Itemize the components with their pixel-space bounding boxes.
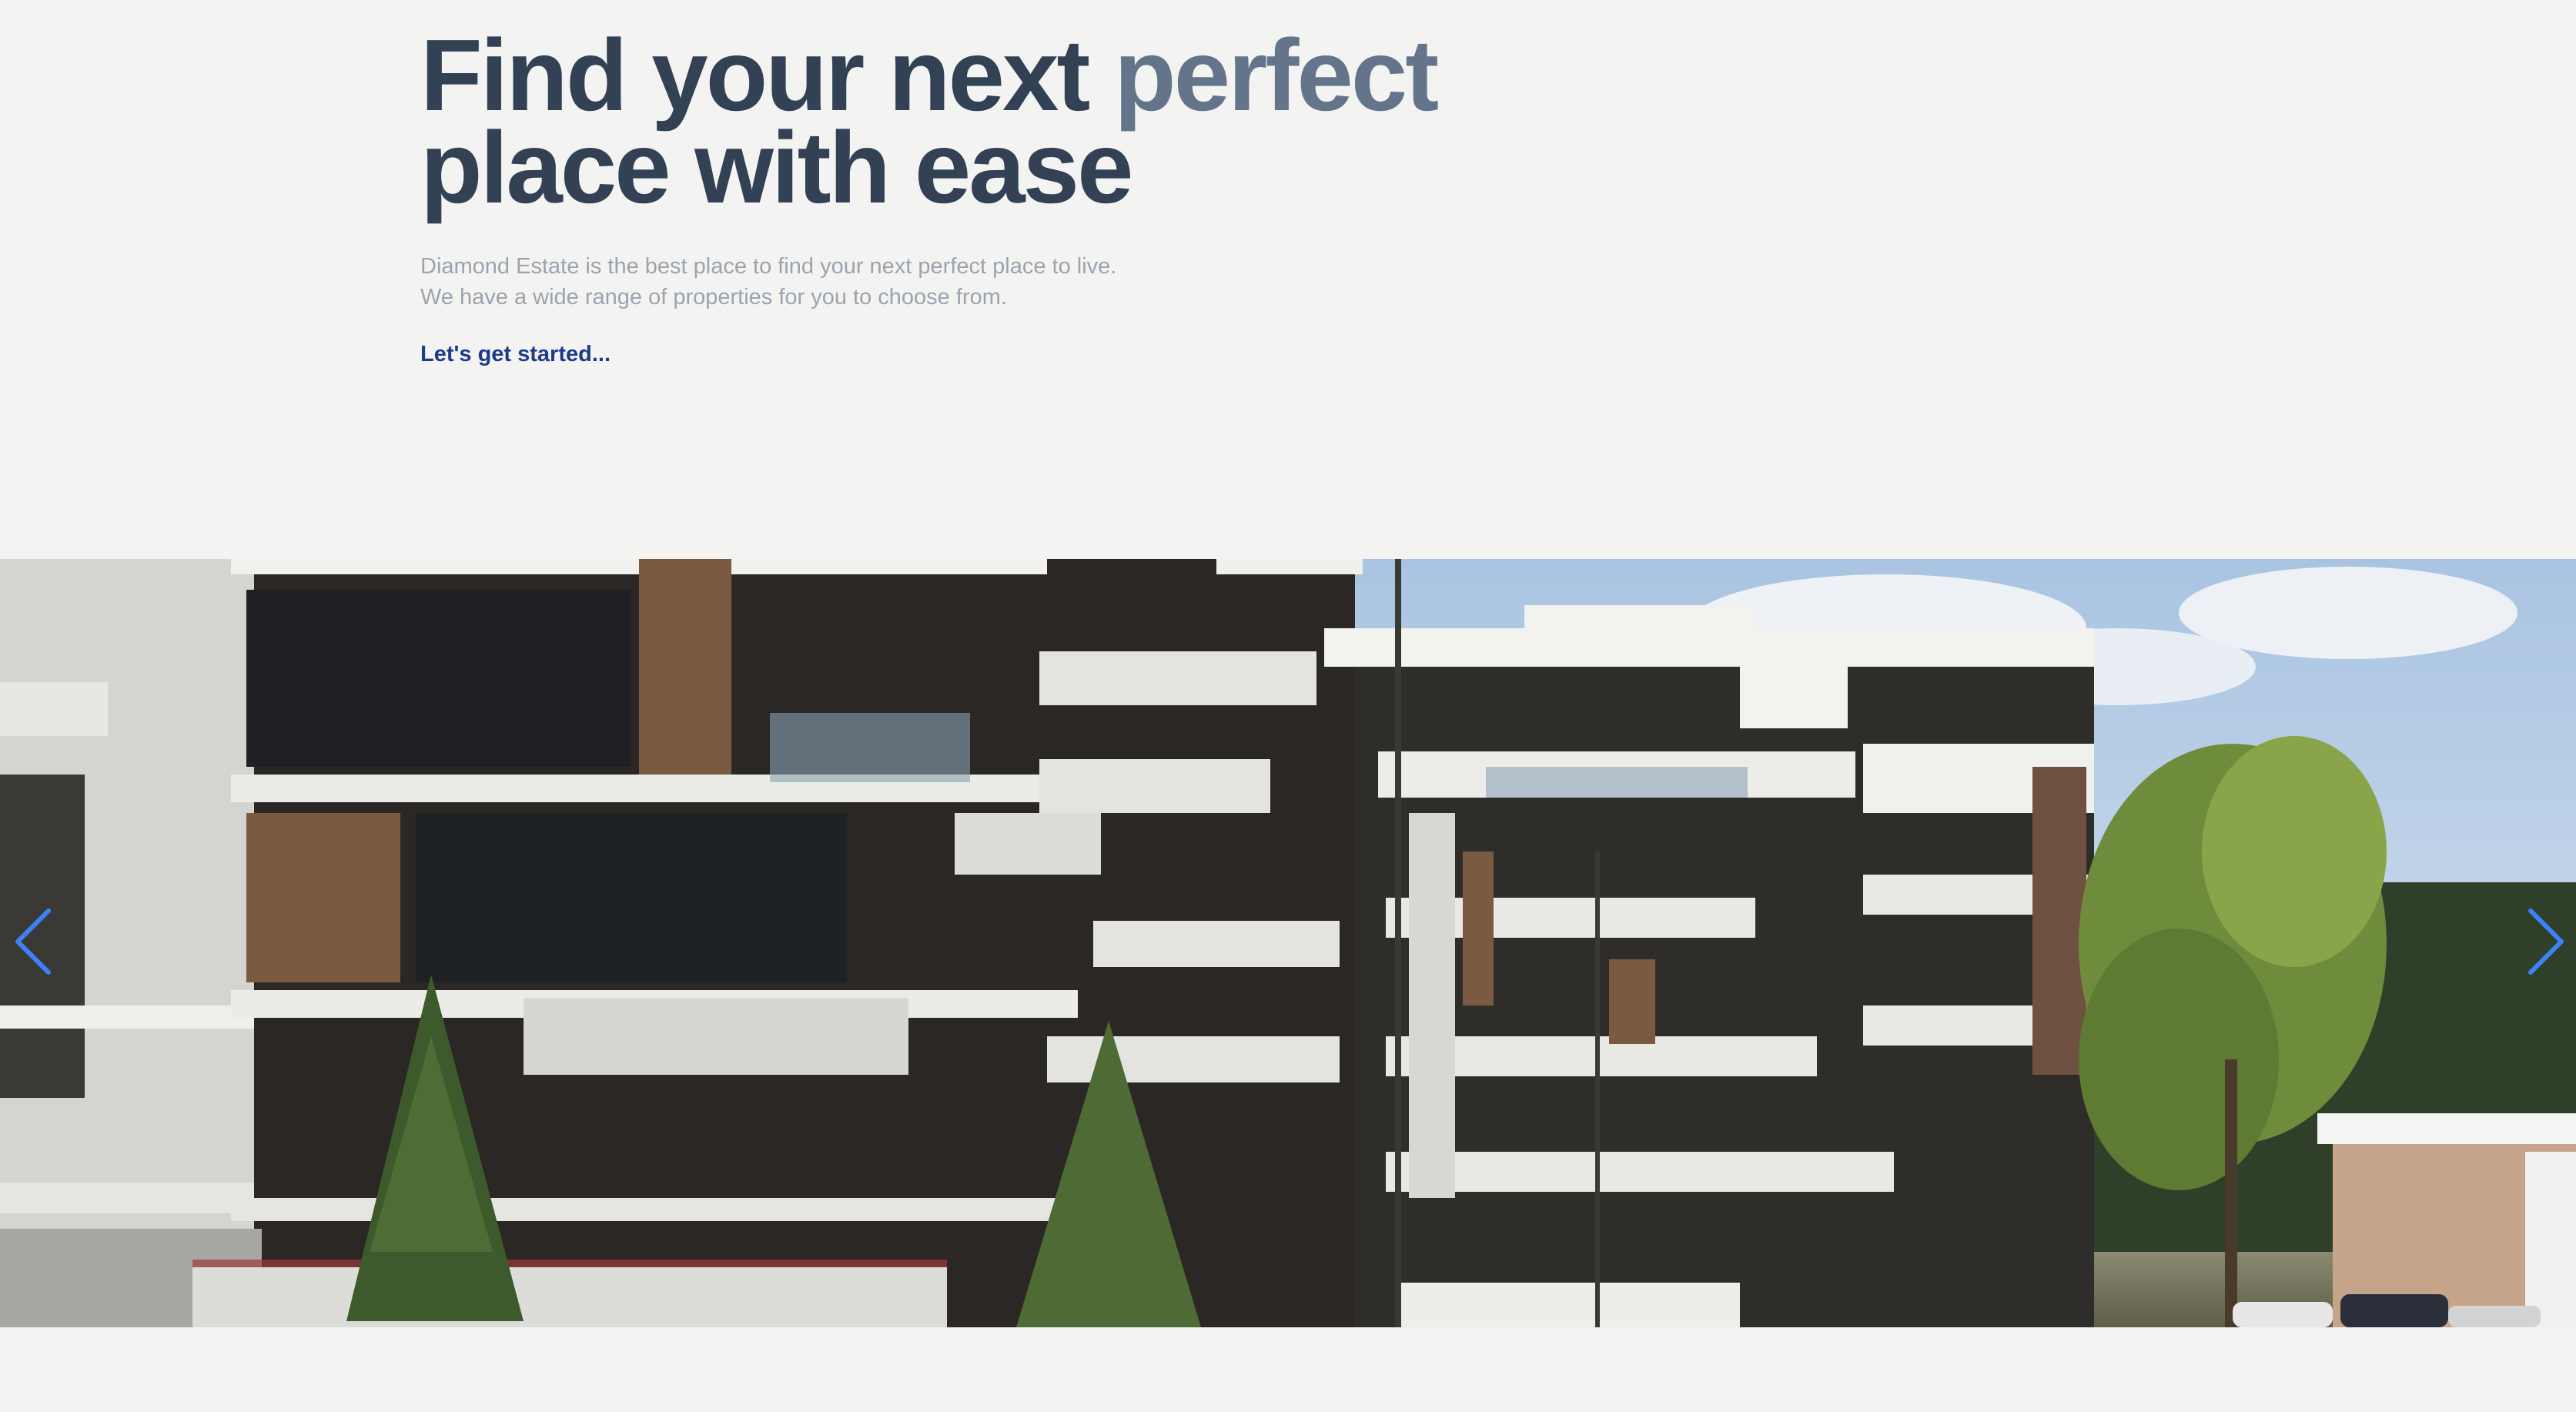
headline-accent-word: perfect [1114,18,1439,132]
hero-headline: Find your next perfect place with ease [420,25,1652,219]
hero-section: Find your next perfect place with ease Di… [420,25,1652,367]
subtitle-line-2: We have a wide range of properties for y… [420,285,1007,310]
headline-part-2: place with ease [420,111,1133,224]
get-started-link[interactable]: Let's get started... [420,342,611,367]
modern-apartment-building-photo [0,559,2576,1327]
carousel-prev-button[interactable] [6,899,60,984]
hero-subtitle: Diamond Estate is the best place to find… [420,251,1652,313]
chevron-left-icon [15,908,51,975]
subtitle-line-1: Diamond Estate is the best place to find… [420,254,1117,279]
chevron-right-icon [2528,908,2564,975]
property-carousel [0,559,2576,1327]
carousel-next-button[interactable] [2519,899,2573,984]
